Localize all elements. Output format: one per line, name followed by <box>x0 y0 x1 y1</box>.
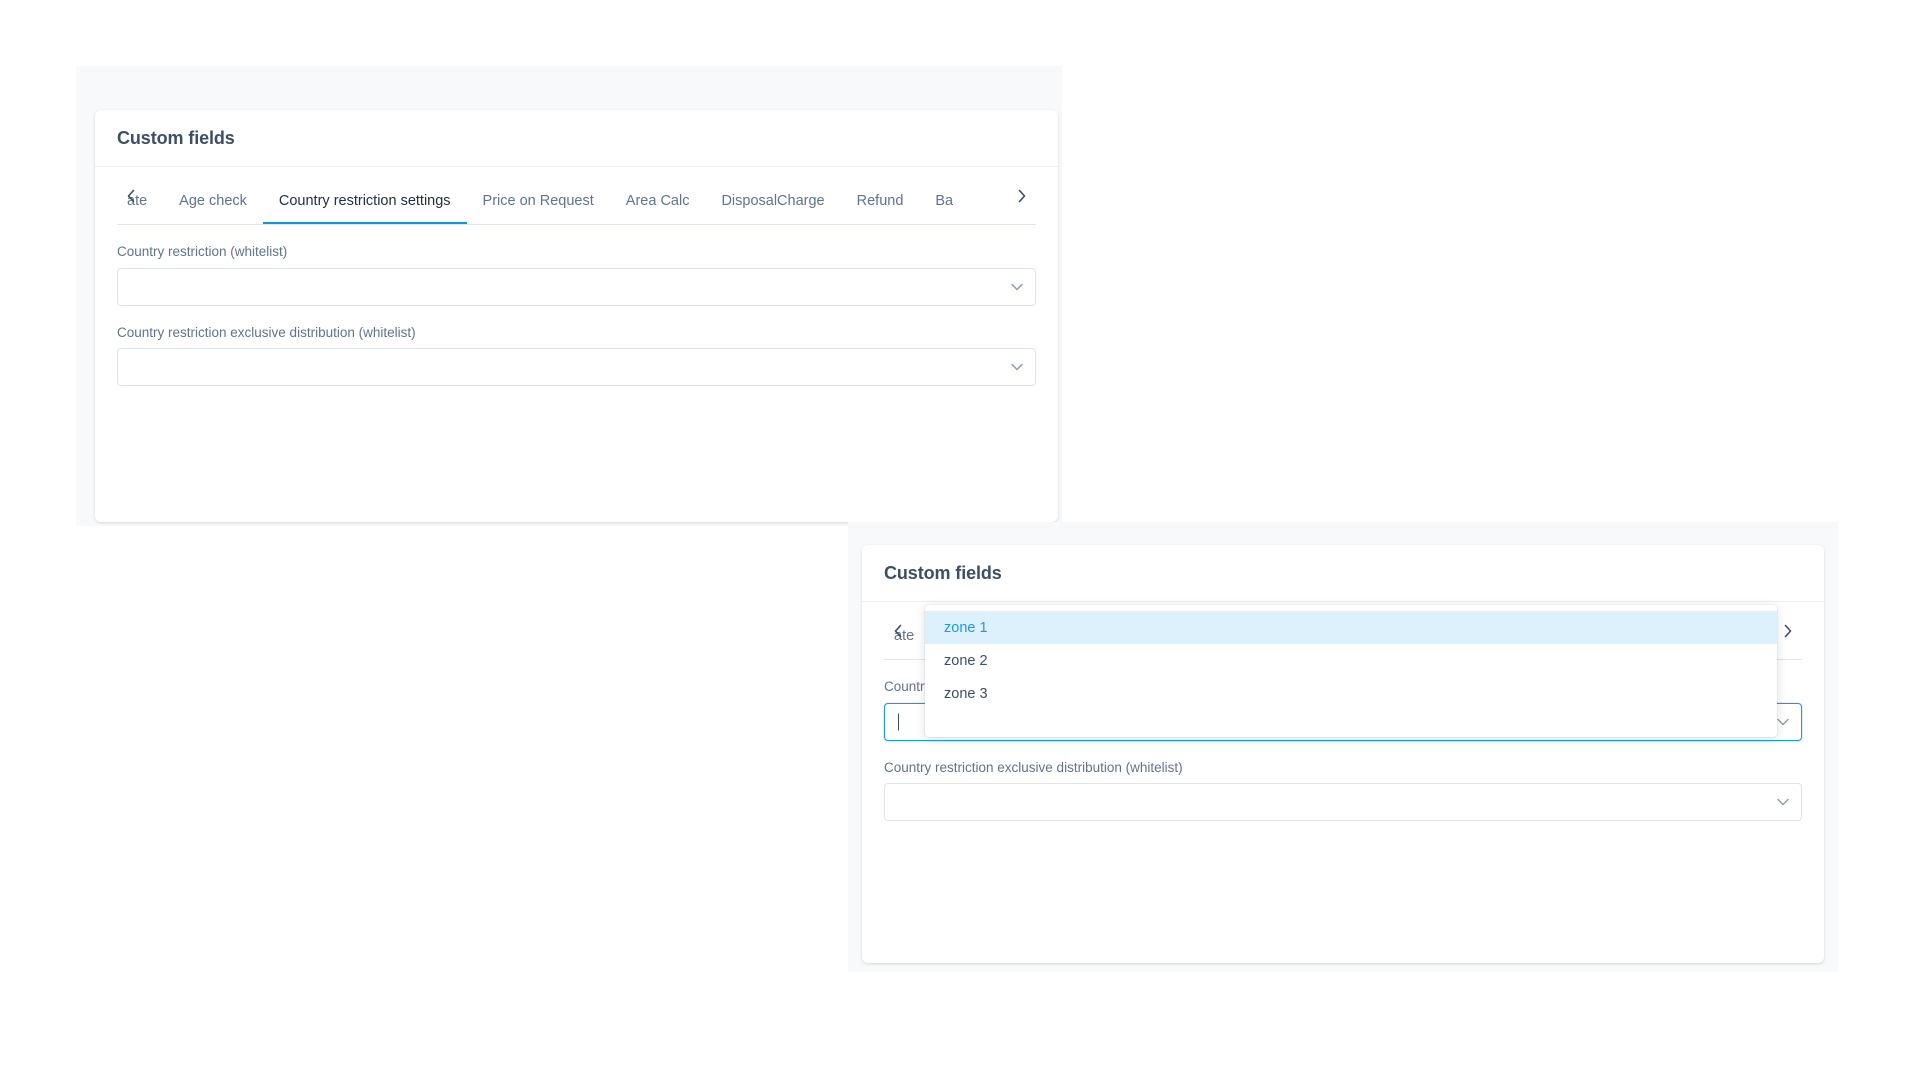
chevron-down-icon[interactable] <box>1776 715 1790 729</box>
page-title: Custom fields <box>117 127 235 148</box>
card-body-1: ate Age check Country restriction settin… <box>95 167 1058 414</box>
chevron-down-icon[interactable] <box>1010 360 1024 374</box>
tab-scroll-container-1[interactable]: ate Age check Country restriction settin… <box>117 167 1036 224</box>
field-country-restriction-exclusive-1: Country restriction exclusive distributi… <box>117 324 1036 387</box>
country-restriction-exclusive-select-2[interactable] <box>884 783 1802 822</box>
country-restriction-select[interactable] <box>117 267 1036 306</box>
tab-backorder[interactable]: Bac <box>919 194 953 225</box>
chevron-left-icon[interactable] <box>890 623 906 639</box>
tab-age-check[interactable]: Age check <box>163 193 263 225</box>
chevron-right-icon[interactable] <box>1014 188 1030 204</box>
field-label-country-restriction-exclusive-2: Country restriction exclusive distributi… <box>884 759 1183 775</box>
tab-area-calc[interactable]: Area Calc <box>610 193 706 225</box>
text-cursor <box>898 713 899 731</box>
field-country-restriction-exclusive-2: Country restriction exclusive distributi… <box>884 759 1802 822</box>
page-title-2: Custom fields <box>884 562 1002 583</box>
field-country-restriction-1: Country restriction (whitelist) <box>117 243 1036 306</box>
chevron-down-icon[interactable] <box>1010 280 1024 294</box>
chevron-down-icon[interactable] <box>1776 795 1790 809</box>
dropdown-option-zone-1[interactable]: zone 1 <box>925 611 1777 644</box>
custom-fields-card-1: Custom fields ate Age check Country rest… <box>95 110 1058 522</box>
country-restriction-exclusive-select[interactable] <box>117 348 1036 387</box>
tab-disposal-charge[interactable]: DisposalCharge <box>705 193 840 225</box>
card-header-1: Custom fields <box>95 110 1058 167</box>
card-header-2: Custom fields <box>862 545 1824 602</box>
zone-options-dropdown[interactable]: zone 1 zone 2 zone 3 <box>925 605 1777 737</box>
tab-country-restriction-settings[interactable]: Country restriction settings <box>262 193 467 224</box>
tab-bar-1: ate Age check Country restriction settin… <box>117 167 1036 225</box>
field-label-country-restriction-exclusive: Country restriction exclusive distributi… <box>117 324 416 340</box>
tab-refund[interactable]: Refund <box>841 193 920 225</box>
chevron-right-icon[interactable] <box>1780 623 1796 639</box>
dropdown-option-zone-3[interactable]: zone 3 <box>925 677 1777 710</box>
tab-price-on-request[interactable]: Price on Request <box>467 193 610 225</box>
dropdown-option-zone-2[interactable]: zone 2 <box>925 644 1777 677</box>
field-label-country-restriction: Country restriction (whitelist) <box>117 244 288 259</box>
chevron-left-icon[interactable] <box>123 188 139 204</box>
